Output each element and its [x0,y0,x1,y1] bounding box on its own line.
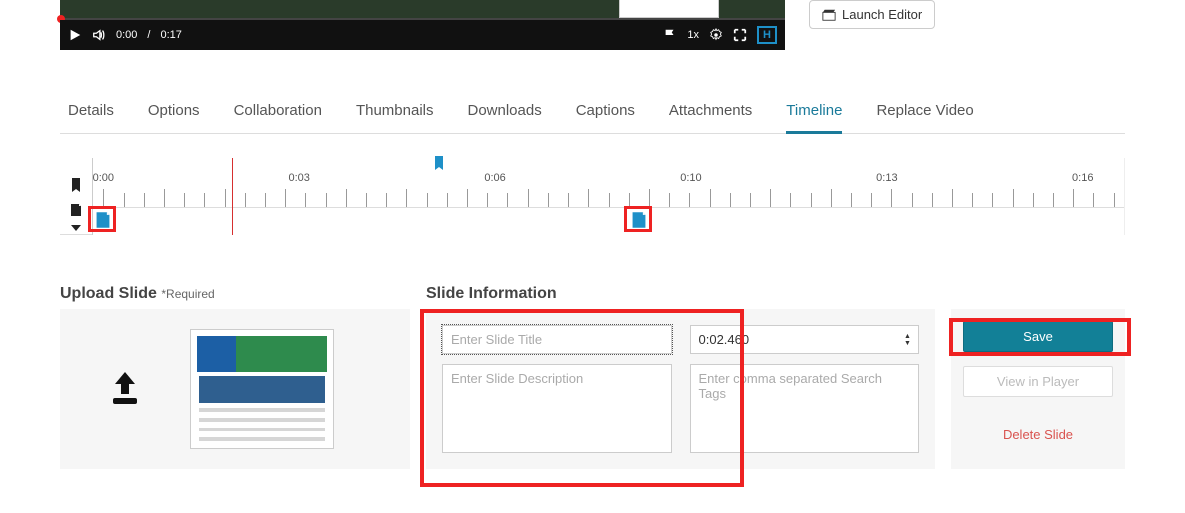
tab-collaboration[interactable]: Collaboration [234,92,322,133]
slide-tags-input[interactable] [690,364,920,453]
timeline-slide-row[interactable] [93,208,1124,233]
bookmark-marker[interactable] [433,156,445,173]
tab-details[interactable]: Details [68,92,114,133]
tab-thumbnails[interactable]: Thumbnails [356,92,434,133]
time-current: 0:00 [116,29,137,41]
chevron-down-icon[interactable] [60,222,92,234]
launch-editor-button[interactable]: Launch Editor [809,0,935,29]
delete-slide-link[interactable]: Delete Slide [1003,427,1073,442]
slide-track-icon [60,197,92,222]
video-player[interactable]: 0:00 / 0:17 1x H [60,0,785,50]
upload-icon[interactable] [105,370,145,409]
fullscreen-icon[interactable] [733,28,747,42]
play-icon[interactable] [68,28,82,42]
save-button[interactable]: Save [963,321,1113,352]
timeline-label: 0:00 [93,172,114,184]
slide-thumbnail[interactable] [190,329,334,449]
slide-title-input[interactable] [442,325,672,354]
tab-timeline[interactable]: Timeline [786,92,842,134]
timeline-label: 0:06 [484,172,505,184]
speed-label[interactable]: 1x [687,29,699,41]
clapper-icon [822,8,836,22]
flag-icon[interactable] [663,28,677,42]
tab-downloads[interactable]: Downloads [468,92,542,133]
timeline-label: 0:16 [1072,172,1093,184]
slide-marker[interactable] [629,210,649,230]
tab-attachments[interactable]: Attachments [669,92,752,133]
time-sep: / [147,29,150,41]
slide-info-heading: Slide Information [426,285,935,303]
upload-heading: Upload Slide [60,285,157,302]
player-preview-thumb [619,0,719,18]
timeline-label: 0:03 [288,172,309,184]
slide-time-input[interactable] [690,325,920,354]
timeline-label: 0:10 [680,172,701,184]
tab-options[interactable]: Options [148,92,200,133]
time-stepper[interactable]: ▲▼ [904,327,916,352]
tab-replace-video[interactable]: Replace Video [876,92,973,133]
h-icon[interactable]: H [757,26,777,44]
gear-icon[interactable] [709,28,723,42]
tab-captions[interactable]: Captions [576,92,635,133]
time-duration: 0:17 [160,29,181,41]
playhead[interactable] [232,158,233,235]
timeline-label: 0:13 [876,172,897,184]
bookmark-track-icon [60,172,92,197]
required-label: *Required [161,287,214,301]
tabs: Details Options Collaboration Thumbnails Dow… [60,92,1125,134]
volume-icon[interactable] [92,28,106,42]
slide-description-input[interactable] [442,364,672,453]
view-in-player-button: View in Player [963,366,1113,397]
timeline-ruler[interactable]: 0:00 0:03 0:06 0:10 0:13 0:16 [93,172,1124,208]
slide-marker[interactable] [93,210,113,230]
